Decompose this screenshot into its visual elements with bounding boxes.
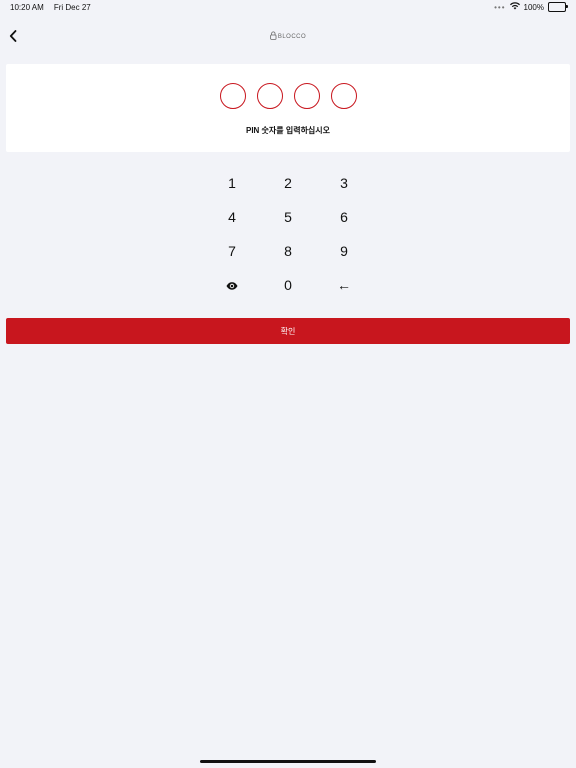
pin-dot-2 — [256, 83, 283, 109]
battery-percent: 100% — [523, 2, 544, 12]
home-indicator — [200, 760, 376, 763]
confirm-button[interactable]: 확인 — [6, 318, 570, 344]
key-label: 6 — [340, 209, 348, 225]
battery-tip — [566, 5, 568, 8]
keypad: 1 2 3 4 5 6 7 8 9 0 ← — [204, 166, 372, 302]
key-8[interactable]: 8 — [260, 234, 316, 268]
key-3[interactable]: 3 — [316, 166, 372, 200]
status-right: ••• 100% — [494, 2, 568, 12]
key-label: 7 — [228, 243, 236, 259]
key-2[interactable]: 2 — [260, 166, 316, 200]
key-label: 2 — [284, 175, 292, 191]
pin-card: PIN 숫자를 입력하십시오 — [6, 64, 570, 152]
key-1[interactable]: 1 — [204, 166, 260, 200]
toggle-visibility-button[interactable] — [204, 268, 260, 302]
pin-dot-4 — [330, 83, 357, 109]
key-5[interactable]: 5 — [260, 200, 316, 234]
key-6[interactable]: 6 — [316, 200, 372, 234]
back-button[interactable] — [4, 28, 22, 48]
key-label: 3 — [340, 175, 348, 191]
key-7[interactable]: 7 — [204, 234, 260, 268]
key-label: 5 — [284, 209, 292, 225]
status-date: Fri Dec 27 — [53, 3, 91, 12]
pin-entry-screen: 10:20 AM Fri Dec 27 ••• 100% BLOCCO PIN … — [0, 0, 576, 768]
pin-dots — [6, 83, 570, 109]
logo-text: BLOCCO — [277, 33, 307, 40]
key-label: 9 — [340, 243, 348, 259]
key-label: 0 — [284, 277, 292, 293]
brand-logo: BLOCCO — [270, 31, 306, 42]
key-label: 1 — [228, 175, 236, 191]
battery-icon — [548, 2, 568, 12]
pin-dot-1 — [219, 83, 246, 109]
lock-icon — [270, 31, 277, 42]
key-label: 4 — [228, 209, 236, 225]
status-bar: 10:20 AM Fri Dec 27 ••• 100% — [0, 0, 576, 16]
multitasking-dots: ••• — [494, 2, 506, 12]
status-left: 10:20 AM Fri Dec 27 — [10, 3, 91, 12]
key-4[interactable]: 4 — [204, 200, 260, 234]
status-time: 10:20 AM — [10, 3, 44, 12]
backspace-button[interactable]: ← — [316, 268, 372, 302]
wifi-icon — [509, 2, 520, 12]
nav-bar: BLOCCO — [0, 20, 576, 56]
backspace-arrow-icon: ← — [337, 277, 351, 293]
chevron-left-icon — [9, 29, 17, 47]
key-label: 8 — [284, 243, 292, 259]
pin-dot-3 — [293, 83, 320, 109]
eye-icon — [226, 277, 238, 293]
key-0[interactable]: 0 — [260, 268, 316, 302]
key-9[interactable]: 9 — [316, 234, 372, 268]
pin-prompt: PIN 숫자를 입력하십시오 — [245, 126, 331, 135]
